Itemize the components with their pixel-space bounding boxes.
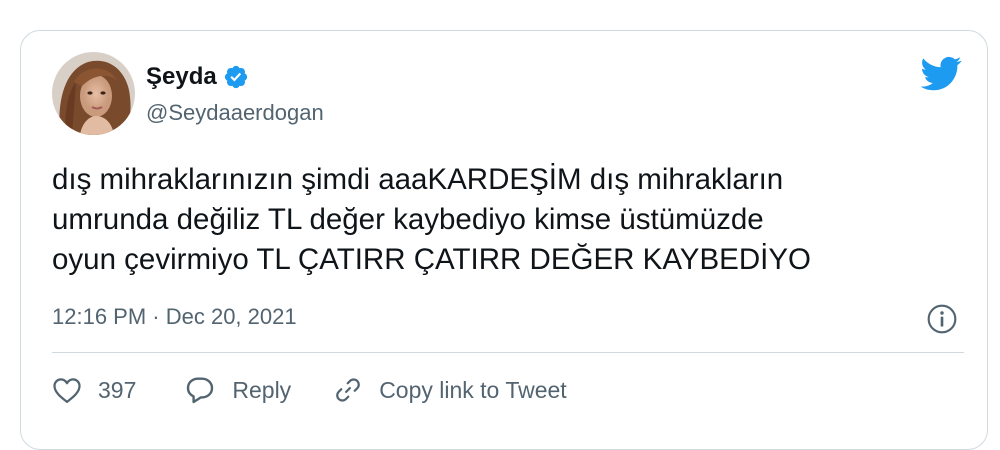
tweet-text-line: dış mihraklarınızın şimdi aaaKARDEŞİM dı… <box>52 163 784 196</box>
twitter-bird-icon[interactable] <box>920 56 962 97</box>
reply-label: Reply <box>232 376 292 403</box>
verified-badge-icon <box>224 65 247 89</box>
like-button[interactable]: 397 <box>52 376 136 404</box>
reply-button[interactable]: Reply <box>184 375 291 405</box>
copy-link-label: Copy link to Tweet <box>379 376 567 403</box>
info-icon[interactable] <box>926 303 958 340</box>
author-name[interactable]: Şeyda <box>146 63 249 91</box>
display-name[interactable]: Şeyda <box>146 63 217 91</box>
reply-bubble-icon <box>184 375 216 405</box>
heart-icon <box>52 376 82 404</box>
avatar-image <box>52 52 135 135</box>
tweet-actions: 397 Reply Copy link to Tweet <box>52 372 567 408</box>
like-count: 397 <box>98 376 137 403</box>
tweet-text-line: oyun çevirmiyo TL ÇATIRR ÇATIRR DEĞER KA… <box>52 243 811 276</box>
tweet-text: dış mihraklarınızın şimdi aaaKARDEŞİM dı… <box>52 160 952 280</box>
author-handle[interactable]: @Seydaaerdogan <box>146 100 324 126</box>
tweet-timestamp[interactable]: 12:16 PM · Dec 20, 2021 <box>52 304 297 330</box>
copy-link-button[interactable]: Copy link to Tweet <box>333 375 567 405</box>
link-icon <box>333 375 363 405</box>
tweet-text-line: umrunda değiliz TL değer kaybediyo kimse… <box>52 203 764 236</box>
divider <box>52 352 964 353</box>
avatar[interactable] <box>52 52 135 135</box>
